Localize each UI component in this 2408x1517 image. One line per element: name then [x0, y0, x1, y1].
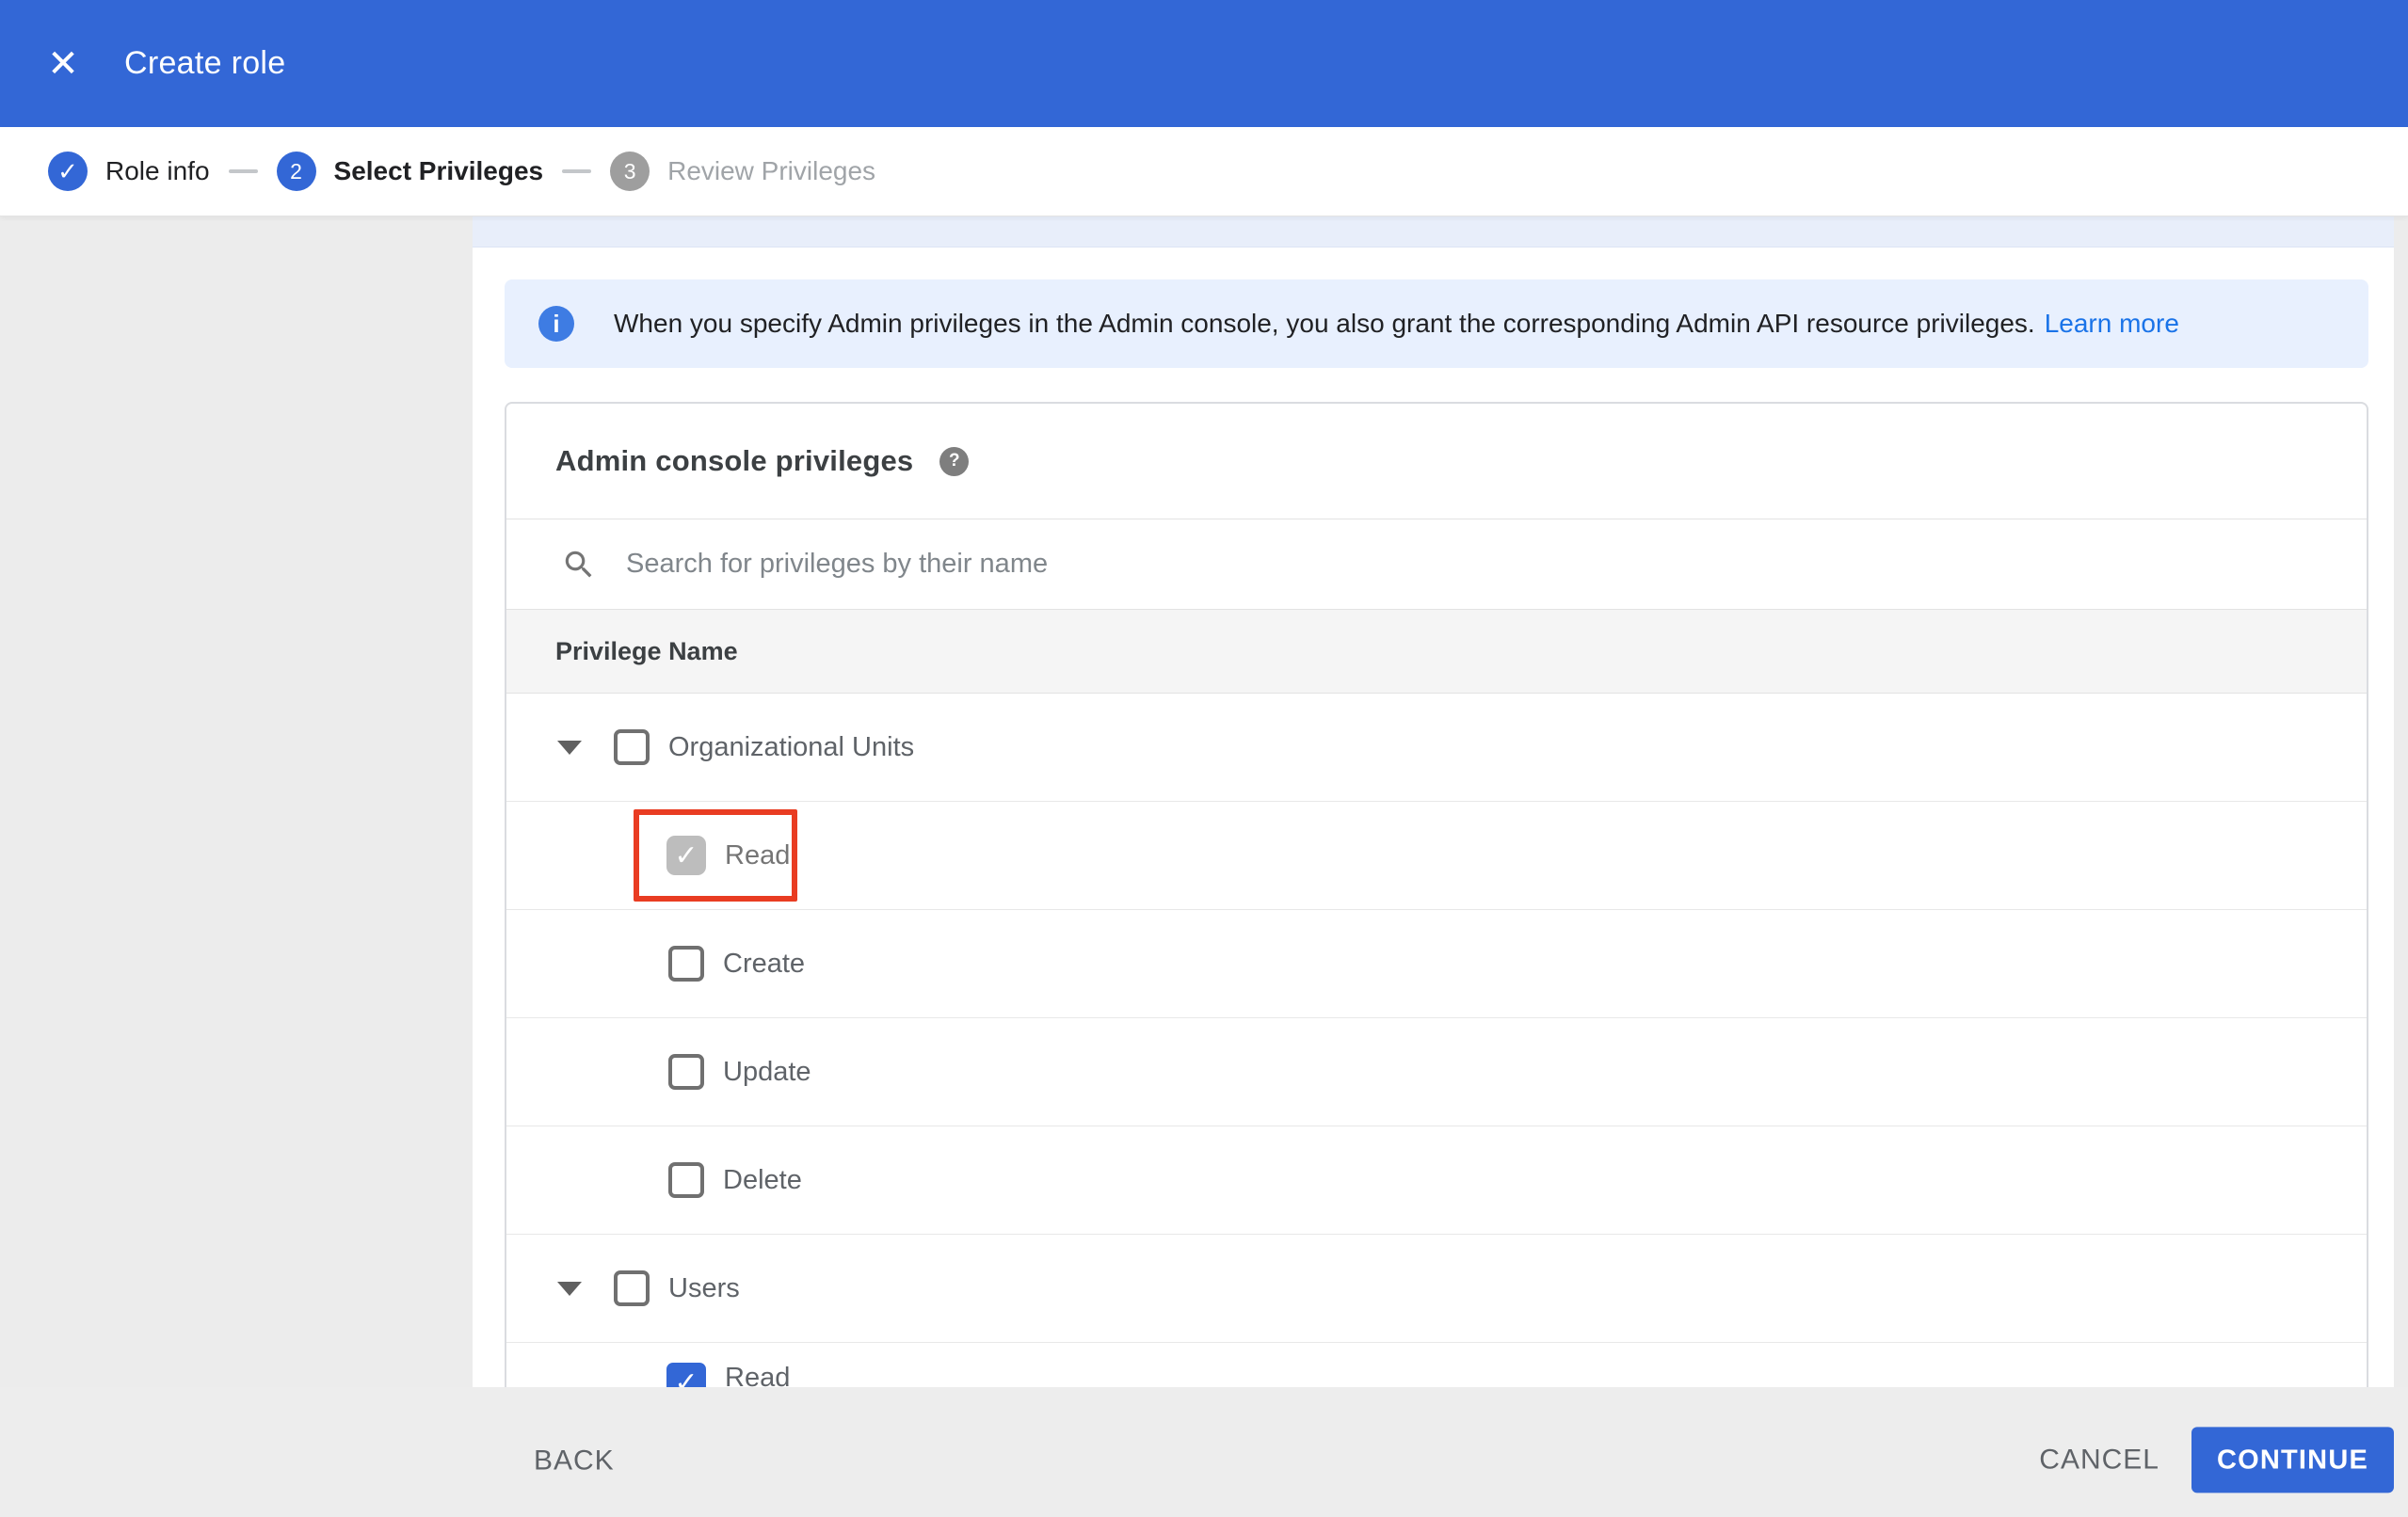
step-complete-check-icon: ✓ [48, 152, 88, 191]
checkbox-read-checked[interactable]: ✓ [666, 836, 706, 875]
search-input[interactable] [624, 548, 2036, 581]
close-icon[interactable]: ✕ [41, 42, 85, 86]
checkbox-organizational-units[interactable] [614, 729, 650, 765]
dialog-body: i When you specify Admin privileges in t… [0, 216, 2408, 1387]
app-bar: ✕ Create role [0, 0, 2408, 127]
collapse-caret-icon[interactable] [557, 740, 582, 755]
create-role-dialog: ✕ Create role ✓ Role info 2 Select Privi… [0, 0, 2408, 1517]
info-banner-text: When you specify Admin privileges in the… [614, 309, 2035, 338]
column-header-privilege-name: Privilege Name [555, 636, 738, 665]
left-gutter [0, 216, 473, 1387]
info-banner: i When you specify Admin privileges in t… [505, 279, 2368, 368]
privilege-label: Read [725, 1363, 791, 1387]
privilege-row-users-read: ✓ Read [506, 1343, 2367, 1387]
step-select-privileges[interactable]: 2 Select Privileges [276, 152, 544, 191]
step-role-info[interactable]: ✓ Role info [48, 152, 210, 191]
help-icon[interactable]: ? [939, 446, 970, 476]
privilege-label: Users [668, 1272, 740, 1303]
search-icon [565, 551, 592, 577]
back-button[interactable]: BACK [534, 1436, 615, 1487]
privilege-row-ou-update: Update [506, 1018, 2367, 1126]
step-label: Select Privileges [333, 156, 544, 185]
privilege-label: Update [723, 1056, 811, 1087]
checkbox-read-checked-blue[interactable]: ✓ [666, 1363, 706, 1387]
card-title: Admin console privileges [555, 444, 914, 477]
privilege-search-row [506, 519, 2367, 609]
privilege-label: Create [723, 948, 806, 979]
privilege-label: Organizational Units [668, 731, 915, 762]
learn-more-link[interactable]: Learn more [2045, 309, 2179, 339]
admin-console-privileges-card: Admin console privileges ? Privilege Nam… [505, 402, 2368, 1387]
privilege-row-ou-delete: Delete [506, 1126, 2367, 1235]
step-divider [228, 169, 258, 173]
step-label: Role info [105, 156, 210, 185]
checkbox-users[interactable] [614, 1270, 650, 1306]
privilege-label: Read [725, 839, 791, 870]
checkbox-update[interactable] [668, 1054, 704, 1090]
page-title: Create role [124, 45, 286, 81]
step-number-icon: 2 [276, 152, 316, 191]
wizard-stepper: ✓ Role info 2 Select Privileges 3 Review… [0, 127, 2408, 216]
card-title-row: Admin console privileges ? [506, 404, 2367, 519]
privilege-row-organizational-units: Organizational Units [506, 694, 2367, 802]
collapse-caret-icon[interactable] [557, 1281, 582, 1296]
privilege-label: Delete [723, 1164, 802, 1195]
scrolled-content-sliver [473, 216, 2394, 248]
step-label: Review Privileges [667, 156, 876, 185]
footer-actions: CANCEL CONTINUE [2039, 1427, 2394, 1493]
step-divider [562, 169, 592, 173]
step-number-icon: 3 [610, 152, 650, 191]
cancel-button[interactable]: CANCEL [2039, 1434, 2159, 1485]
privilege-row-ou-read: ✓ Read [506, 802, 2367, 910]
step-review-privileges[interactable]: 3 Review Privileges [610, 152, 875, 191]
checkbox-create[interactable] [668, 946, 704, 982]
continue-button[interactable]: CONTINUE [2191, 1427, 2394, 1493]
checkbox-delete[interactable] [668, 1162, 704, 1198]
privilege-row-ou-create: Create [506, 910, 2367, 1018]
vertical-scrollbar[interactable] [2394, 216, 2408, 1387]
dialog-footer: BACK CANCEL CONTINUE [0, 1387, 2408, 1517]
scroll-panel: i When you specify Admin privileges in t… [473, 216, 2394, 1387]
table-header: Privilege Name [506, 609, 2367, 694]
info-icon: i [538, 306, 574, 342]
privilege-row-users: Users [506, 1235, 2367, 1343]
